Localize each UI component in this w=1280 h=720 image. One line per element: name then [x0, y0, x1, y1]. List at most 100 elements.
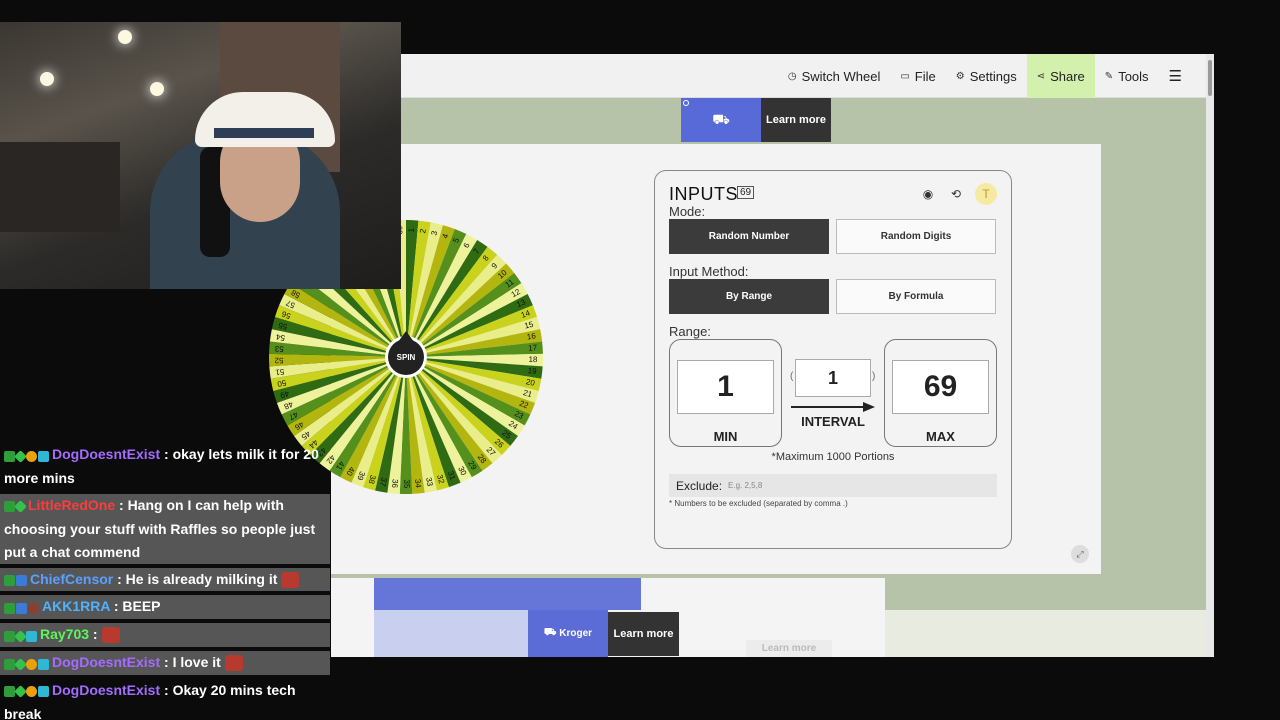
hamburger-icon: ☰ — [1168, 68, 1182, 85]
k-badge-icon — [4, 658, 15, 670]
kroger-ad-logo[interactable]: ⛟ Kroger — [528, 610, 608, 657]
exclude-placeholder: E.g. 2,5,8 — [728, 481, 763, 490]
chat-message: DogDoesntExist : okay lets milk it for 2… — [0, 443, 330, 490]
file-label: File — [914, 68, 936, 84]
inputs-title: INPUTS — [669, 184, 739, 204]
refresh-icon[interactable]: ⟲ — [947, 185, 965, 203]
sub-badge-icon — [26, 630, 37, 642]
diamond-badge-icon — [14, 657, 27, 671]
spin-label[interactable]: SPIN — [397, 353, 416, 362]
chat-message: DogDoesntExist : Okay 20 mins tech break — [0, 679, 330, 720]
chat-message: ChiefCensor : He is already milking it — [0, 567, 330, 592]
page-scrollbar[interactable] — [1206, 54, 1214, 657]
bottom-ad-header[interactable] — [374, 578, 641, 610]
ad-learn-more-button[interactable]: Learn more — [761, 98, 831, 142]
settings-button[interactable]: ⚙ Settings — [946, 54, 1027, 98]
bottom-ad-learn-more-button[interactable]: Learn more — [608, 612, 679, 656]
share-button[interactable]: ⋖ Share — [1026, 54, 1095, 98]
bottom-ad-image[interactable] — [374, 610, 528, 657]
exclude-note: * Numbers to be excluded (separated by c… — [669, 499, 848, 508]
scrollbar-thumb[interactable] — [1208, 60, 1212, 96]
pencil-badge-icon — [16, 602, 27, 614]
k-badge-icon — [4, 630, 15, 642]
file-button[interactable]: ▭ File — [890, 54, 945, 98]
range-label: Range: — [669, 324, 711, 339]
emote-icon — [281, 571, 300, 588]
emote-icon — [101, 627, 120, 644]
wheel-slice-label: 53 — [274, 344, 284, 354]
mode-random-digits-button[interactable]: Random Digits — [836, 219, 996, 254]
wheel-slice-label: 17 — [528, 343, 538, 353]
wheel-slice-label: 34 — [413, 479, 423, 489]
max-input[interactable]: 69 — [892, 360, 989, 414]
k-badge-icon — [4, 602, 15, 614]
chat-text: : BEEP — [109, 598, 161, 615]
sub-badge-icon — [38, 450, 49, 462]
expand-icon[interactable]: ⤢ — [1071, 545, 1089, 563]
switch-wheel-button[interactable]: ◷ Switch Wheel — [778, 54, 890, 98]
max-portions-note: *Maximum 1000 Portions — [771, 451, 895, 463]
inputs-panel: INPUTS 69 ◉ ⟲ T Mode: Random Number Rand… — [654, 170, 1012, 549]
max-caption: MAX — [926, 429, 955, 444]
min-input[interactable]: 1 — [677, 360, 774, 414]
chat-text: : He is already milking it — [113, 570, 278, 587]
inputs-count-badge: 69 — [737, 186, 755, 199]
switch-wheel-label: Switch Wheel — [801, 68, 881, 84]
wheel-slice-label: 36 — [390, 479, 400, 489]
eye-icon[interactable]: ◉ — [919, 185, 937, 203]
kroger-label: Kroger — [559, 628, 593, 639]
chat-badges — [4, 680, 50, 703]
chat-username: ChiefCensor — [30, 570, 114, 587]
faded-learn-more-button[interactable]: Learn more — [746, 640, 832, 657]
gear-icon: ⚙ — [955, 70, 965, 82]
hamburger-menu-button[interactable]: ☰ — [1159, 54, 1192, 98]
round-badge-icon — [28, 602, 39, 614]
webcam-overlay — [0, 22, 401, 289]
folder-icon: ▭ — [900, 70, 910, 82]
streamer-hat — [195, 92, 335, 147]
clock-icon: ◷ — [787, 70, 797, 82]
chat-username: LittleRedOne — [28, 496, 116, 513]
cart-icon: ⛟ — [543, 627, 560, 638]
interval-input[interactable]: 1 — [795, 359, 871, 397]
ad-thumbnail[interactable]: ⛟ — [681, 98, 761, 142]
chat-username: DogDoesntExist — [52, 446, 161, 462]
wheel-slice-label: 35 — [402, 480, 411, 489]
method-by-range-button[interactable]: By Range — [669, 279, 829, 314]
cart-icon: ⛟ — [712, 110, 730, 127]
sub-badge-icon — [38, 658, 49, 670]
coin-badge-icon — [26, 686, 37, 698]
chat-overlay: DogDoesntExist : okay lets milk it for 2… — [0, 443, 330, 720]
min-caption: MIN — [713, 429, 738, 444]
diamond-badge-icon — [14, 685, 27, 699]
diamond-badge-icon — [14, 629, 27, 643]
top-ad-banner[interactable]: ⛟ Learn more — [681, 98, 831, 142]
method-by-formula-button[interactable]: By Formula — [836, 279, 996, 314]
tools-button[interactable]: ✎ Tools — [1095, 54, 1159, 98]
chat-username: AKK1RRA — [42, 598, 110, 615]
interval-paren-left: ( — [790, 371, 794, 382]
chat-message: AKK1RRA : BEEP — [0, 595, 330, 620]
tools-label: Tools — [1118, 68, 1149, 84]
bottom-ad-right-panel — [885, 610, 1206, 657]
settings-label: Settings — [969, 68, 1017, 84]
mode-random-number-button[interactable]: Random Number — [669, 219, 829, 254]
inputs-toolbar: ◉ ⟲ T — [919, 183, 997, 205]
exclude-label: Exclude: — [676, 478, 723, 493]
mode-label: Mode: — [669, 204, 706, 219]
chat-username: DogDoesntExist — [52, 681, 161, 698]
chat-username: DogDoesntExist — [52, 653, 161, 670]
coin-badge-icon — [26, 658, 37, 670]
webcam-shelf — [0, 142, 120, 232]
arrow-right-icon — [791, 402, 875, 412]
share-icon: ⋖ — [1036, 70, 1046, 82]
chat-message: LittleRedOne : Hang on I can help with c… — [0, 493, 330, 564]
k-badge-icon — [4, 501, 15, 513]
chat-username: Ray703 — [40, 626, 90, 643]
coin-badge-icon — [26, 450, 37, 462]
top-navigation-bar: ◷ Switch Wheel ▭ File ⚙ Settings ⋖ Share… — [331, 54, 1206, 98]
exclude-field[interactable]: Exclude: E.g. 2,5,8 — [669, 474, 997, 497]
input-method-label: Input Method: — [669, 264, 749, 279]
text-mode-avatar[interactable]: T — [975, 183, 997, 205]
ad-info-icon[interactable] — [683, 100, 689, 106]
